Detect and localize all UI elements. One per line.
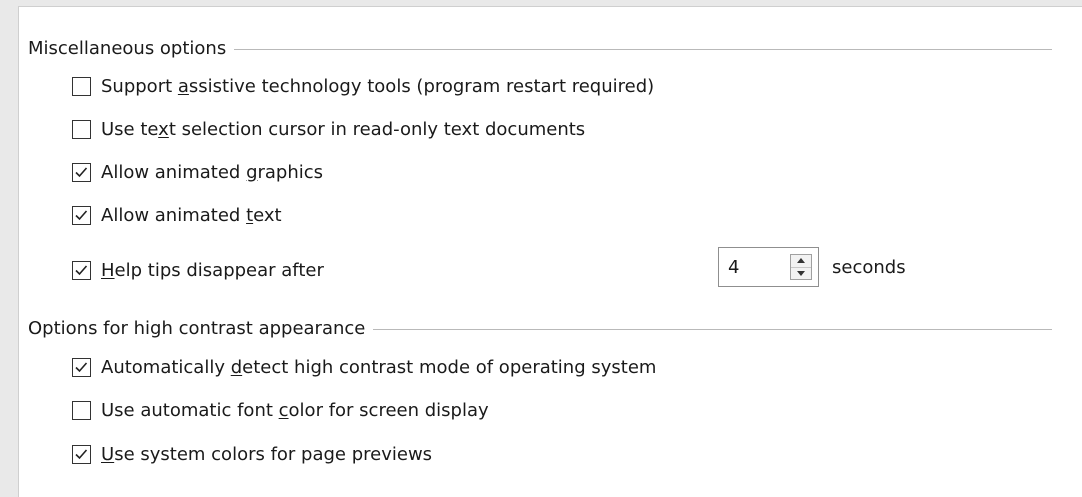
checkmark-icon	[75, 264, 88, 275]
support-assistive-tech-option[interactable]: Support assistive technology tools (prog…	[72, 73, 654, 99]
option-label: Help tips disappear after	[101, 259, 324, 281]
contrast-options-header: Options for high contrast appearance	[28, 316, 1052, 340]
animated-text-option[interactable]: Allow animated text	[72, 202, 282, 228]
option-label: Automatically detect high contrast mode …	[101, 356, 657, 378]
misc-options-header: Miscellaneous options	[28, 36, 1052, 60]
checkbox[interactable]	[72, 205, 91, 225]
option-label: Use system colors for page previews	[101, 443, 433, 465]
checkmark-icon	[75, 361, 88, 372]
seconds-label: seconds	[832, 257, 906, 278]
auto-detect-high-contrast-option[interactable]: Automatically detect high contrast mode …	[72, 354, 656, 380]
section-divider	[373, 328, 1052, 330]
checkmark-icon	[75, 166, 88, 177]
help-tips-seconds-spinbox[interactable]: 4	[718, 247, 819, 287]
checkbox[interactable]	[72, 444, 91, 464]
option-label: Use automatic font color for screen disp…	[101, 399, 489, 421]
checkbox[interactable]	[72, 76, 91, 96]
auto-font-color-option[interactable]: Use automatic font color for screen disp…	[72, 397, 489, 423]
section-title: Options for high contrast appearance	[28, 317, 366, 339]
option-label: Use text selection cursor in read-only t…	[101, 118, 586, 140]
option-label: Allow animated graphics	[101, 161, 324, 183]
system-colors-previews-option[interactable]: Use system colors for page previews	[72, 441, 432, 467]
section-title: Miscellaneous options	[28, 37, 227, 59]
section-divider	[234, 48, 1052, 50]
checkbox[interactable]	[72, 400, 91, 420]
help-tips-option[interactable]: Help tips disappear after	[72, 257, 324, 283]
spin-down-icon[interactable]	[791, 266, 811, 280]
spinbox-value[interactable]: 4	[719, 257, 790, 278]
animated-graphics-option[interactable]: Allow animated graphics	[72, 159, 323, 185]
checkbox[interactable]	[72, 119, 91, 139]
spin-up-icon[interactable]	[791, 255, 811, 267]
option-label: Support assistive technology tools (prog…	[101, 75, 655, 97]
checkmark-icon	[75, 209, 88, 220]
checkmark-icon	[75, 448, 88, 459]
checkbox[interactable]	[72, 357, 91, 377]
checkbox[interactable]	[72, 260, 91, 280]
option-label: Allow animated text	[101, 204, 282, 226]
text-selection-cursor-option[interactable]: Use text selection cursor in read-only t…	[72, 116, 585, 142]
spin-buttons	[790, 254, 812, 280]
checkbox[interactable]	[72, 162, 91, 182]
